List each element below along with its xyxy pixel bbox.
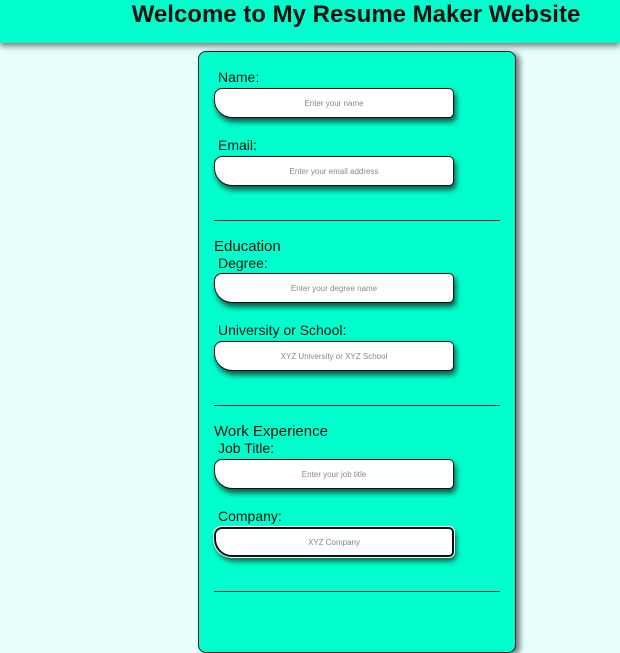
divider: [214, 405, 500, 406]
company-input[interactable]: [214, 527, 454, 557]
page-title: Welcome to My Resume Maker Website: [131, 1, 581, 28]
degree-label: Degree:: [218, 255, 268, 271]
company-label: Company:: [218, 508, 282, 524]
divider: [214, 591, 500, 592]
email-label: Email:: [218, 137, 257, 153]
work-experience-heading: Work Experience: [214, 423, 328, 440]
email-input[interactable]: [214, 156, 454, 186]
education-heading: Education: [214, 238, 281, 255]
degree-input[interactable]: [214, 273, 454, 303]
divider: [214, 220, 500, 221]
job-title-label: Job Title:: [218, 440, 275, 456]
resume-form: Name: Email: Education Degree: Universit…: [198, 51, 516, 653]
school-label: University or School:: [218, 322, 347, 338]
page-header: Welcome to My Resume Maker Website: [0, 0, 620, 43]
name-input[interactable]: [214, 88, 454, 118]
school-input[interactable]: [214, 341, 454, 371]
name-label: Name:: [218, 69, 260, 85]
job-title-input[interactable]: [214, 459, 454, 489]
